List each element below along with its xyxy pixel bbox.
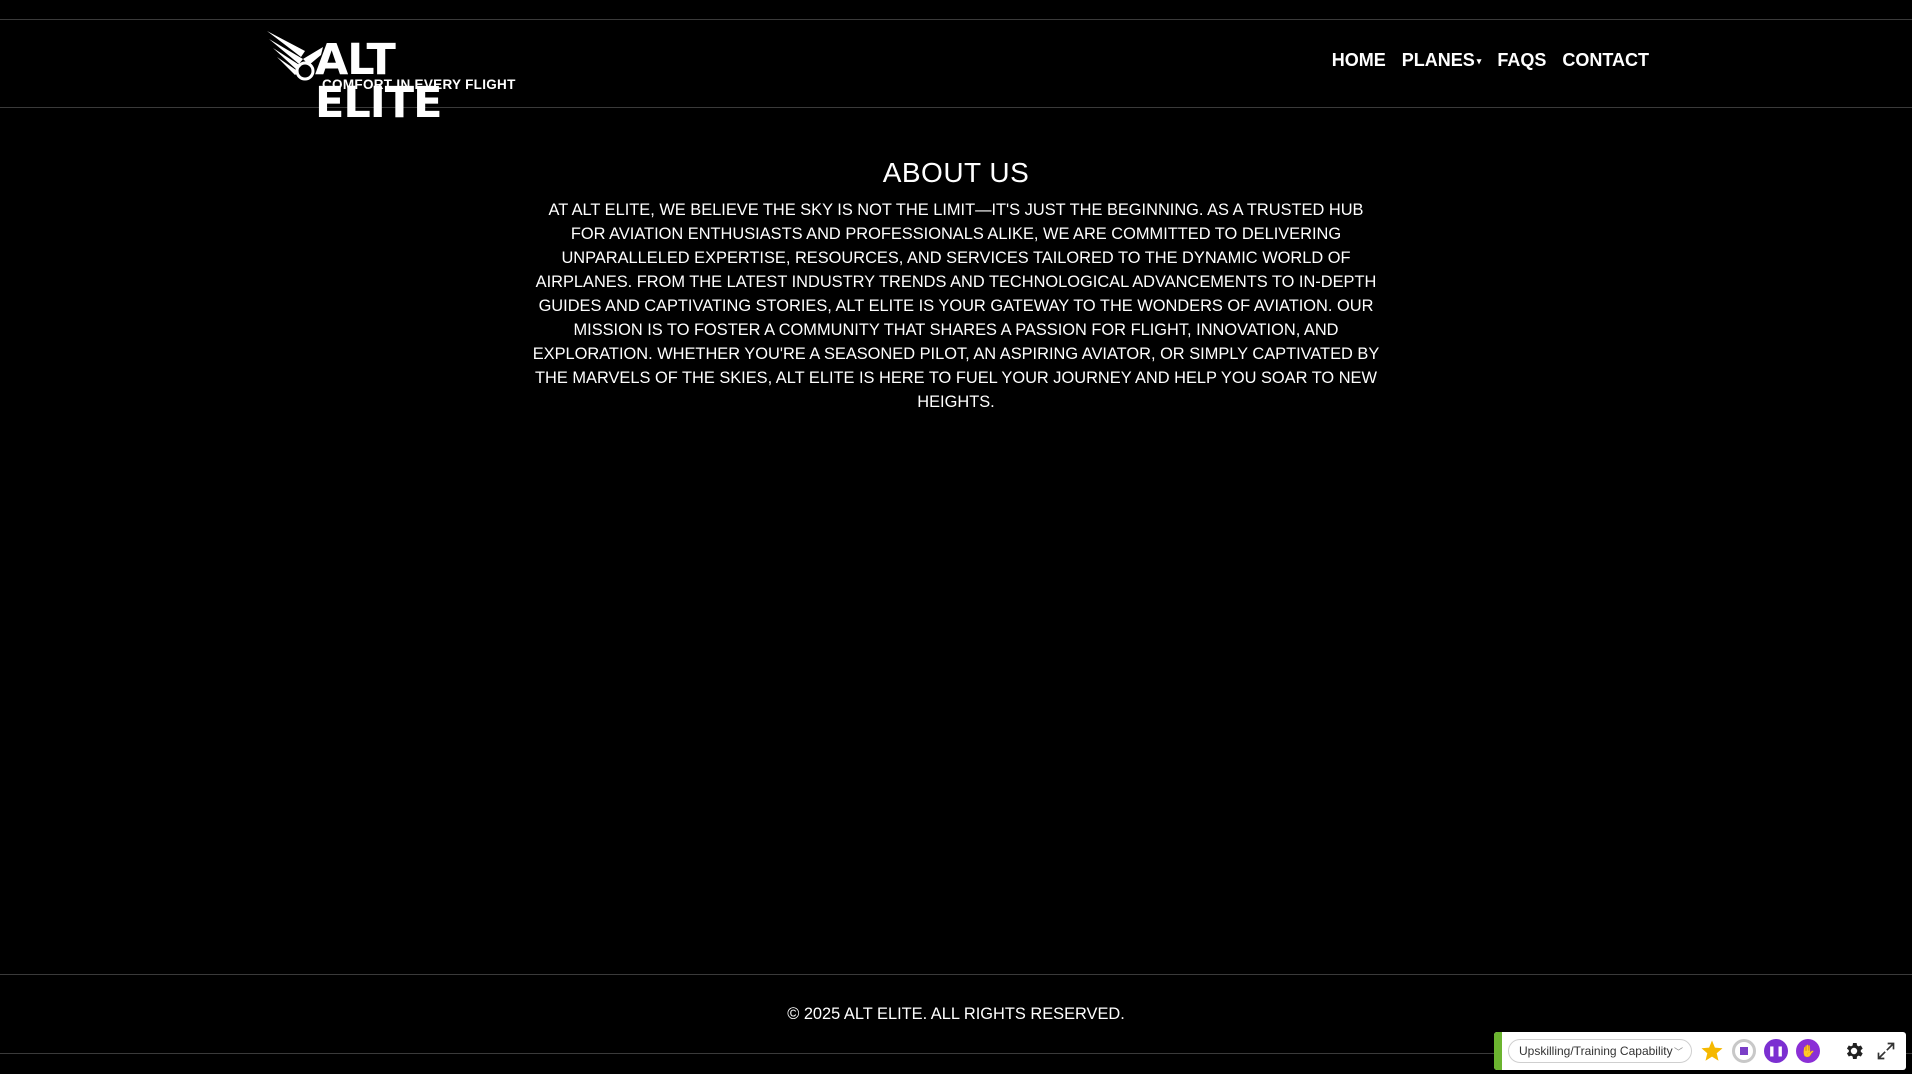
nav-faqs[interactable]: FAQS [1497, 50, 1546, 71]
main-nav: HOME PLANES ▾ FAQS CONTACT [1316, 50, 1649, 71]
top-strip [0, 0, 1912, 20]
caret-down-icon: ▾ [1476, 56, 1482, 66]
gear-icon[interactable] [1842, 1039, 1866, 1063]
nav-contact-label: CONTACT [1562, 50, 1649, 70]
capability-select[interactable]: Upskilling/Training Capability ﹀ [1508, 1039, 1692, 1063]
nav-contact[interactable]: CONTACT [1562, 50, 1649, 71]
extension-toolbar: Upskilling/Training Capability ﹀ ❚❚ ✋ [1494, 1032, 1906, 1070]
logo[interactable]: ALT ELITE COMFORT IN EVERY FLIGHT [265, 29, 527, 125]
raise-hand-icon[interactable]: ✋ [1796, 1039, 1820, 1063]
expand-icon[interactable] [1874, 1039, 1898, 1063]
logo-tagline: COMFORT IN EVERY FLIGHT [322, 77, 516, 92]
nav-faqs-label: FAQS [1497, 50, 1547, 70]
about-text: AT ALT ELITE, WE BELIEVE THE SKY IS NOT … [532, 201, 1380, 411]
widget-accent-bar [1494, 1032, 1502, 1070]
chevron-down-icon: ﹀ [1673, 1046, 1683, 1057]
nav-planes[interactable]: PLANES ▾ [1402, 50, 1482, 71]
capability-select-value: Upskilling/Training Capability [1519, 1044, 1673, 1058]
stop-icon[interactable] [1732, 1039, 1756, 1063]
nav-planes-label: PLANES [1401, 50, 1475, 70]
site-header: ALT ELITE COMFORT IN EVERY FLIGHT HOME P… [0, 20, 1912, 125]
star-icon[interactable] [1700, 1039, 1724, 1063]
copyright-text: © 2025 ALT ELITE. ALL RIGHTS RESERVED. [787, 1004, 1125, 1023]
nav-home-label: HOME [1331, 50, 1386, 70]
pause-icon[interactable]: ❚❚ [1764, 1039, 1788, 1063]
about-title: ABOUT US [882, 157, 1030, 188]
about-section: ABOUT US AT ALT ELITE, WE BELIEVE THE SK… [0, 156, 1912, 414]
nav-home[interactable]: HOME [1332, 50, 1386, 71]
